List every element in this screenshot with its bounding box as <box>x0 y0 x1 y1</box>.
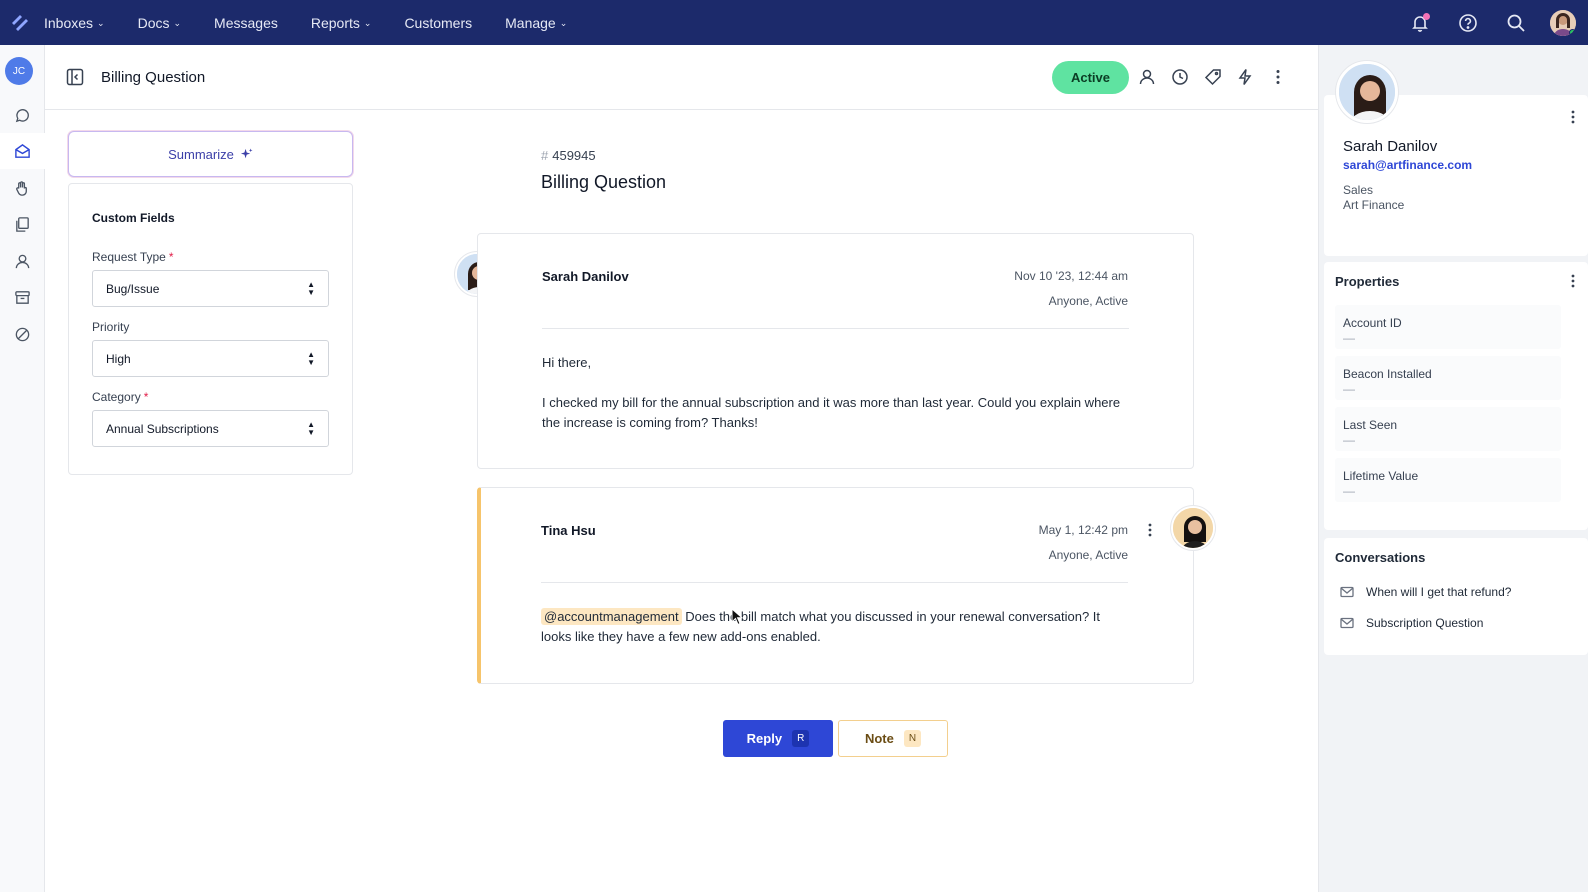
mention-tag[interactable]: @accountmanagement <box>541 608 682 625</box>
thread-divider <box>542 328 1129 329</box>
status-button[interactable]: Active <box>1052 61 1129 94</box>
assign-icon[interactable] <box>1137 67 1157 87</box>
thread-customer-message: Sarah Danilov Nov 10 '23, 12:44 am Anyon… <box>477 233 1194 469</box>
properties-title: Properties <box>1335 274 1400 289</box>
summarize-button[interactable]: Summarize <box>68 131 353 177</box>
search-icon[interactable] <box>1504 11 1528 35</box>
customer-email[interactable]: sarah@artfinance.com <box>1343 158 1472 172</box>
customer-department: Sales <box>1343 183 1374 197</box>
note-button[interactable]: Note N <box>838 720 948 757</box>
property-lifetime-value[interactable]: Lifetime Value — <box>1335 458 1561 502</box>
chevron-down-icon: ⌄ <box>97 18 105 28</box>
more-options-icon[interactable] <box>1566 273 1580 289</box>
customer-company: Art Finance <box>1343 198 1405 212</box>
thread-date: May 1, 12:42 pm <box>1038 523 1128 537</box>
rail-user-avatar[interactable]: JC <box>5 57 33 85</box>
past-conversations-card: Conversations When will I get that refun… <box>1324 538 1588 655</box>
thread-meta: Anyone, Active <box>1048 548 1128 562</box>
customer-name[interactable]: Sarah Danilov <box>1343 138 1437 155</box>
mouse-cursor-icon <box>731 608 743 626</box>
property-beacon-installed[interactable]: Beacon Installed — <box>1335 356 1561 400</box>
select-arrows-icon: ▲ ▼ <box>307 350 315 367</box>
tag-icon[interactable] <box>1203 67 1223 87</box>
category-select[interactable]: Annual Subscriptions ▲ ▼ <box>92 410 329 447</box>
thread-author: Tina Hsu <box>541 523 596 538</box>
thread-divider <box>541 582 1128 583</box>
chevron-down-icon: ⌄ <box>559 18 568 28</box>
sidebar-collapse-icon[interactable] <box>66 68 84 86</box>
chat-icon[interactable] <box>0 97 45 133</box>
more-options-icon[interactable] <box>1268 67 1288 87</box>
lightning-icon[interactable] <box>1235 67 1255 87</box>
notification-dot <box>1423 12 1430 20</box>
request-type-select[interactable]: Bug/Issue ▲ ▼ <box>92 270 329 307</box>
conversation-title: Billing Question <box>541 172 667 192</box>
user-avatar[interactable] <box>1550 9 1576 36</box>
chevron-down-icon: ⌄ <box>173 18 182 28</box>
field-label-category: Category * <box>92 390 149 404</box>
thread-meta: Anyone, Active <box>1048 294 1128 308</box>
app-logo-icon[interactable] <box>10 13 30 33</box>
sparkle-icon <box>240 147 253 158</box>
property-account-id[interactable]: Account ID — <box>1335 305 1561 349</box>
select-arrows-icon: ▲ ▼ <box>307 420 315 437</box>
thread-internal-note: Tina Hsu May 1, 12:42 pm Anyone, Active … <box>477 487 1194 684</box>
reply-shortcut-key: R <box>792 730 810 747</box>
top-navigation: Inboxes ⌄ Docs ⌄ Messages Reports ⌄ Custome… <box>0 0 1588 45</box>
agent-thread-avatar[interactable] <box>1171 506 1215 550</box>
snooze-clock-icon[interactable] <box>1170 67 1190 87</box>
nav-messages[interactable]: Messages <box>214 15 278 31</box>
field-label-priority: Priority <box>92 320 130 334</box>
left-rail: JC <box>0 45 45 892</box>
spam-icon[interactable] <box>0 316 45 352</box>
envelope-icon <box>1340 586 1354 598</box>
field-label-request-type: Request Type * <box>92 250 174 264</box>
online-status-dot <box>1569 28 1576 36</box>
nav-inboxes[interactable]: Inboxes ⌄ <box>44 15 105 31</box>
past-conversation-link[interactable]: Subscription Question <box>1340 616 1483 630</box>
property-last-seen[interactable]: Last Seen — <box>1335 407 1561 451</box>
more-options-icon[interactable] <box>1566 109 1580 125</box>
past-conversations-title: Conversations <box>1335 550 1426 565</box>
custom-fields-title: Custom Fields <box>92 211 175 225</box>
custom-fields-panel: Custom Fields Request Type * Bug/Issue ▲ ▼… <box>68 183 353 475</box>
nav-customers[interactable]: Customers <box>404 15 472 31</box>
thread-body: @accountmanagement Does the bill match w… <box>541 608 1101 644</box>
hand-icon[interactable] <box>0 170 45 206</box>
nav-docs[interactable]: Docs ⌄ <box>138 15 181 31</box>
more-options-icon[interactable] <box>1143 522 1157 538</box>
envelope-icon <box>1340 617 1354 629</box>
past-conversation-link[interactable]: When will I get that refund? <box>1340 585 1511 599</box>
conversation-number: #459945 <box>541 148 596 163</box>
customer-avatar[interactable] <box>1336 61 1398 123</box>
docs-icon[interactable] <box>0 206 45 242</box>
reply-button[interactable]: Reply R <box>723 720 833 757</box>
priority-select[interactable]: High ▲ ▼ <box>92 340 329 377</box>
help-icon[interactable] <box>1456 11 1480 35</box>
note-shortcut-key: N <box>903 730 922 747</box>
page-title: Billing Question <box>101 69 206 86</box>
properties-card: Properties Account ID — Beacon Installed… <box>1324 262 1588 530</box>
bell-icon[interactable] <box>1408 11 1432 35</box>
archive-icon[interactable] <box>0 279 45 315</box>
nav-manage[interactable]: Manage ⌄ <box>505 15 567 31</box>
thread-date: Nov 10 '23, 12:44 am <box>1014 269 1128 283</box>
nav-reports[interactable]: Reports ⌄ <box>311 15 372 31</box>
conversation-header: Billing Question Active <box>45 45 1318 110</box>
person-icon[interactable] <box>0 243 45 279</box>
select-arrows-icon: ▲ ▼ <box>307 280 315 297</box>
thread-author: Sarah Danilov <box>542 269 629 284</box>
thread-greeting: Hi there, <box>542 355 592 370</box>
thread-body: I checked my bill for the annual subscri… <box>542 395 1121 430</box>
chevron-down-icon: ⌄ <box>363 18 372 28</box>
inbox-icon[interactable] <box>0 133 45 169</box>
nav-right-actions <box>1384 0 1588 45</box>
